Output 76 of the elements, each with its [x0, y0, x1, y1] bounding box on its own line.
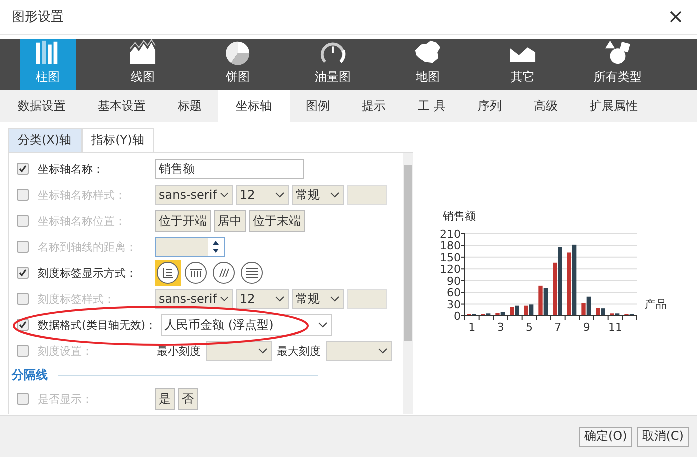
field-label: 是否显示：: [38, 392, 94, 406]
shapes-icon: [603, 39, 633, 66]
field-label: 坐标轴名称样式：: [38, 188, 127, 202]
chart-type-button[interactable]: 地图: [400, 39, 456, 90]
field-label: 刻度标签样式：: [38, 292, 116, 306]
label-layout-option[interactable]: [211, 260, 237, 286]
settings-tab[interactable]: 高级: [518, 90, 574, 122]
field-label: 坐标轴名称：: [38, 162, 105, 176]
axis-tab[interactable]: 分类(X)轴: [8, 128, 82, 152]
tick-label: 30: [447, 298, 461, 312]
settings-tab[interactable]: 扩展属性: [574, 90, 654, 122]
map-icon: [413, 39, 443, 66]
settings-tab[interactable]: 图例: [290, 90, 346, 122]
field-label: 名称到轴线的距离：: [38, 240, 138, 254]
field-label: 坐标轴名称位置：: [38, 214, 127, 228]
chart-type-button[interactable]: 线图: [115, 39, 171, 90]
axis-tab[interactable]: 指标(Y)轴: [82, 128, 154, 152]
dialog-button[interactable]: 确定(O): [579, 426, 632, 446]
settings-tab[interactable]: 坐标轴: [218, 90, 290, 122]
field-label: 刻度标签显示方式：: [38, 266, 138, 280]
tick-label: 60: [447, 286, 461, 300]
chart-type-button[interactable]: 其它: [495, 39, 551, 90]
caret-icon: [258, 348, 268, 354]
dialog-button[interactable]: 取消(C): [637, 426, 689, 446]
tick-label: 7: [554, 321, 562, 334]
caret-icon: [220, 192, 229, 198]
field-label: 刻度设置：: [38, 344, 94, 358]
settings-tab[interactable]: 标题: [162, 90, 218, 122]
close-icon: [669, 10, 683, 24]
tick-label: 180: [440, 240, 461, 253]
dropdown[interactable]: [206, 341, 272, 361]
axis-title: 产品: [645, 298, 667, 311]
dropdown[interactable]: 人民币金额 (浮点型): [160, 314, 332, 336]
tick-label: 210: [440, 228, 461, 241]
caret-icon: [378, 348, 388, 354]
label-layout-option[interactable]: [183, 260, 209, 286]
settings-tab[interactable]: 提示: [346, 90, 402, 122]
settings-tab[interactable]: 工 具: [402, 90, 462, 122]
checkbox[interactable]: [17, 163, 29, 175]
chart-type-button[interactable]: 饼图: [210, 39, 266, 90]
caret-icon: [330, 192, 340, 198]
axis-title: 销售额: [443, 210, 476, 223]
color-swatch[interactable]: [347, 185, 387, 205]
settings-tab[interactable]: 序列: [462, 90, 518, 122]
color-swatch[interactable]: [347, 289, 387, 309]
settings-tab[interactable]: 数据设置: [2, 90, 82, 122]
area-chart-icon: [128, 39, 158, 66]
checkbox[interactable]: [17, 267, 29, 279]
tick-label: 9: [583, 321, 590, 334]
max-label: 最大刻度: [276, 344, 322, 358]
tick-label: 0: [454, 310, 461, 323]
tick-label: 11: [608, 321, 622, 334]
section-heading: 分隔线: [12, 366, 48, 384]
caret-icon: [318, 322, 328, 328]
tick-label: 120: [440, 263, 461, 276]
input-field[interactable]: 销售额: [155, 159, 304, 179]
close-button[interactable]: [669, 10, 683, 24]
window-title: 图形设置: [12, 9, 64, 26]
min-label: 最小刻度: [156, 344, 202, 358]
caret-icon: [330, 296, 340, 302]
chart-type-button[interactable]: 所有类型: [590, 39, 646, 90]
field-label: 数据格式(类目轴无效)：: [38, 318, 157, 332]
settings-tab[interactable]: 基本设置: [82, 90, 162, 122]
label-layout-option[interactable]: [239, 260, 265, 286]
caret-icon: [220, 296, 229, 302]
chart-type-button[interactable]: 油量图: [305, 39, 361, 90]
scrollbar[interactable]: [403, 153, 413, 414]
tick-label: 150: [440, 251, 461, 264]
label-layout-option[interactable]: [155, 260, 181, 286]
caret-icon: [275, 192, 285, 198]
tick-label: 90: [447, 274, 461, 288]
tick-label: 1: [468, 321, 476, 334]
caret-icon: [275, 296, 285, 302]
number-field[interactable]: [155, 237, 225, 257]
tick-label: 3: [497, 321, 504, 334]
tick-label: 5: [526, 321, 533, 334]
